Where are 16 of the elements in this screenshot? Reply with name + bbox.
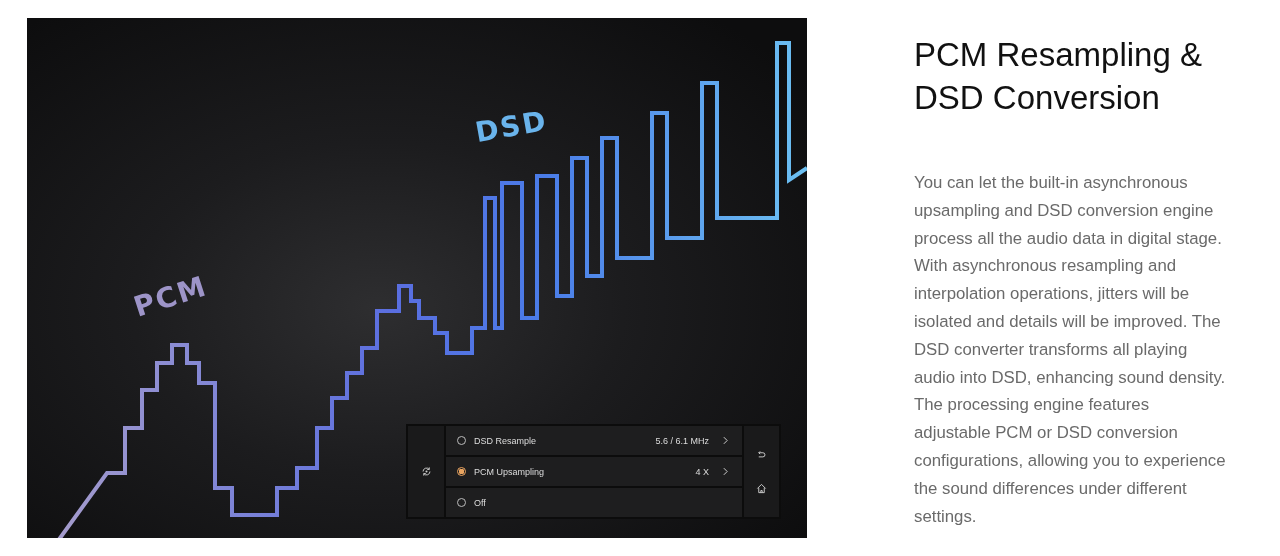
option-label: Off [474,497,487,508]
option-label: DSD Resample [474,435,538,446]
option-label: PCM Upsampling [474,466,546,477]
refresh-icon[interactable] [420,466,432,477]
home-icon[interactable] [756,482,767,494]
radio-button[interactable] [457,467,466,476]
signal-label: PCM [129,269,212,324]
option-row[interactable]: Off [446,488,742,517]
option-value: 4 X [695,466,709,477]
option-row[interactable]: DSD Resample 5.6 / 6.1 MHz [446,426,742,455]
section-heading: PCM Resampling & DSD Conversion [914,35,1203,118]
option-row[interactable]: PCM Upsampling 4 X [446,457,742,486]
option-value: 5.6 / 6.1 MHz [655,435,709,446]
description-paragraph: You can let the built-in asynchronous upsampling and DSD conversion engine process all the audio data in digital stage. With asynchronous resampling and interpolation operations, jitters will be isolated and details will be improved. The DSD converter transforms all playing audio into DSD, enhancing sound density. The processing engine features adjustable PCM or DSD conversion configurations, allowing you to experience the sound differences under different settings. [914,172,1227,528]
signal-label: DSD [472,103,550,150]
back-icon[interactable] [756,449,767,461]
